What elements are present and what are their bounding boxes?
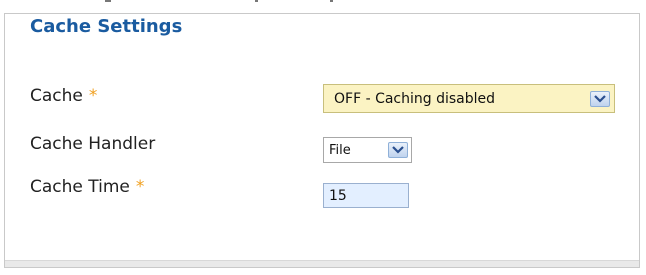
clipped-top-strip: [0, 0, 646, 4]
required-star: *: [135, 177, 145, 197]
cache-handler-label: Cache Handler: [30, 134, 156, 154]
cache-handler-select[interactable]: File: [323, 137, 412, 163]
cache-handler-label-row: Cache Handler: [30, 134, 155, 154]
cache-label-row: Cache *: [30, 86, 97, 106]
section-title: Cache Settings: [24, 15, 189, 39]
cache-handler-select-value: File: [329, 142, 351, 158]
cache-select[interactable]: OFF - Caching disabled: [323, 84, 615, 113]
cache-time-input[interactable]: 15: [323, 183, 409, 208]
chevron-down-icon[interactable]: [590, 90, 610, 107]
chevron-down-icon[interactable]: [388, 142, 408, 158]
page: Cache Settings Cache * OFF - Caching disa…: [0, 0, 646, 275]
cache-time-label: Cache Time: [30, 177, 130, 197]
required-star: *: [88, 86, 98, 106]
cache-time-label-row: Cache Time *: [30, 177, 144, 197]
cache-label: Cache: [30, 86, 83, 106]
cache-select-value: OFF - Caching disabled: [334, 90, 496, 107]
